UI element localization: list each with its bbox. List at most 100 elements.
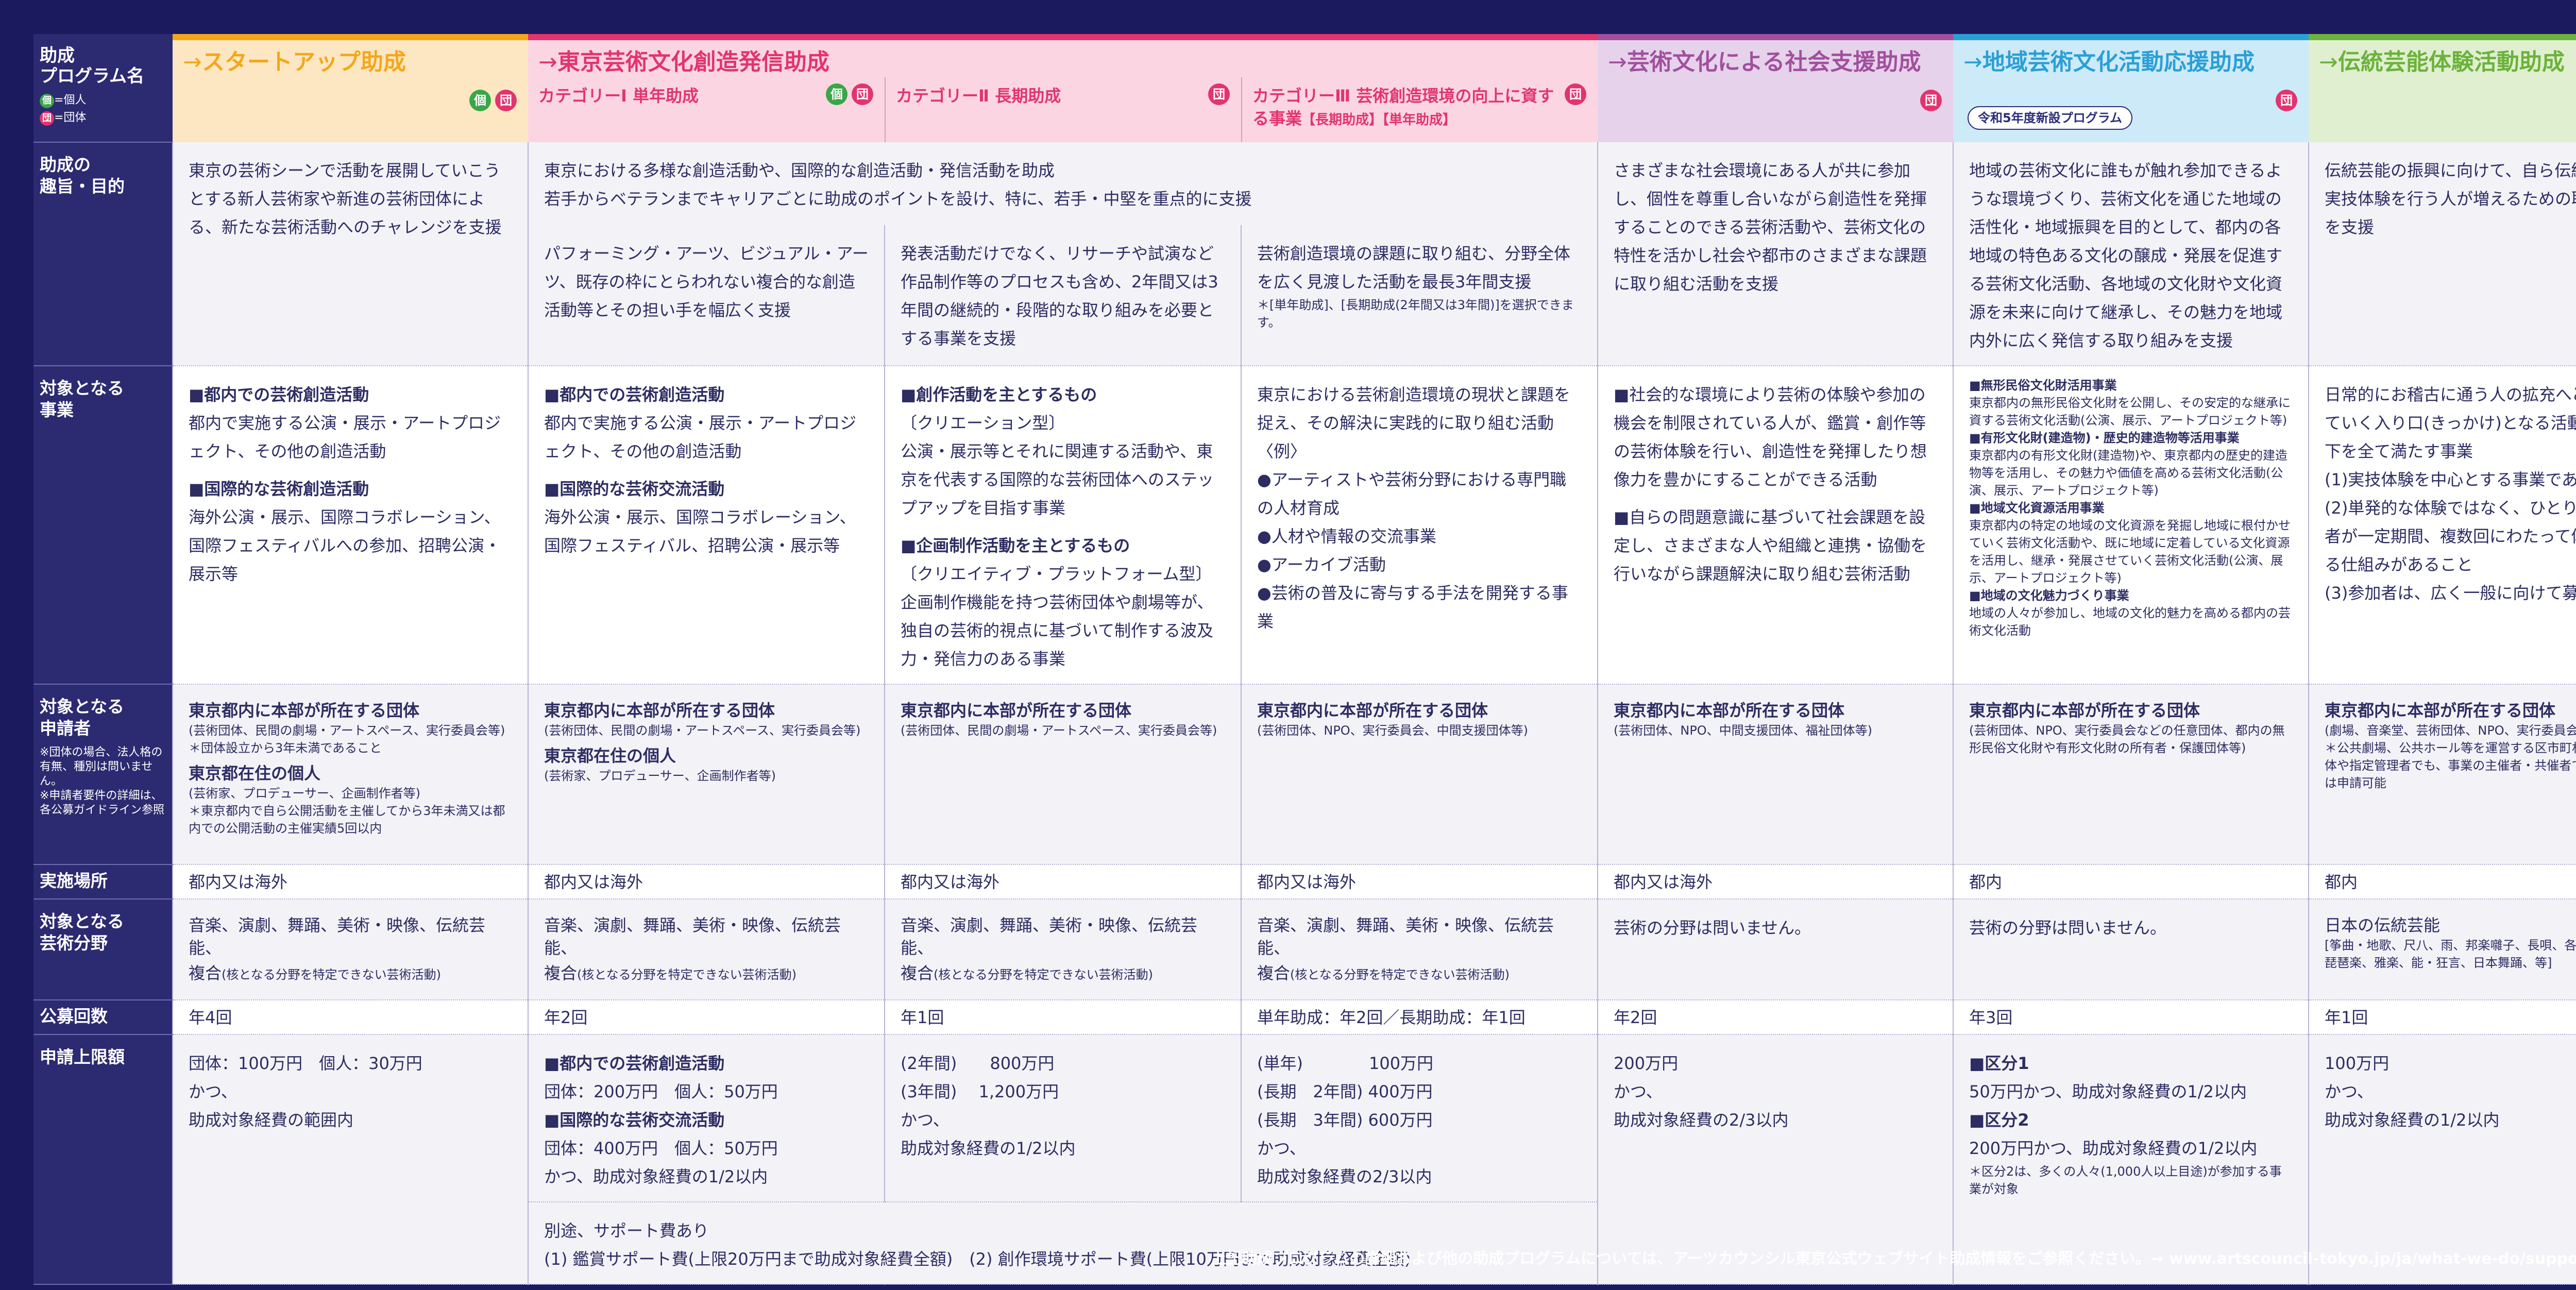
program-title-regional: 地域芸術文化活動応援助成 [1982, 49, 2255, 75]
group-badge-icon: 団 [852, 83, 873, 105]
target-regional-text-3: 東京都内の特定の地域の文化資源を発掘し地域に根付かせていく芸術文化活動や、既に地… [1969, 518, 2291, 585]
program-header-regional: →地域芸術文化活動応援助成 令和5年度新設プログラム 団 [1953, 34, 2309, 142]
limit-cat1-text-2: 団体：400万円 個人：50万円 かつ、助成対象経費の1/2以内 [544, 1139, 778, 1186]
program-title-cat1: カテゴリーⅠ 単年助成 [538, 86, 699, 106]
field-regional-text: 芸術の分野は問いません。 [1969, 918, 2167, 938]
limit-regional-note: ＊区分2は、多くの人々(1,000人以上目途)が参加する事業が対象 [1969, 1164, 2282, 1196]
times-label: 公募回数 [40, 1006, 108, 1026]
limit-social-text: 200万円 かつ、 助成対象経費の2/3以内 [1614, 1054, 1789, 1130]
purpose-cat3-text: 芸術創造環境の課題に取り組む、分野全体を広く見渡した活動を最長3年間支援 [1257, 243, 1571, 292]
target-label: 対象となる 事業 [40, 378, 125, 420]
row-label-purpose: 助成の 趣旨・目的 [33, 142, 173, 366]
applicant-social-heading-1: 東京都内に本部が所在する団体 [1614, 701, 1845, 720]
place-social: 都内又は海外 [1597, 864, 1953, 899]
times-traditional: 年1回 [2308, 1000, 2576, 1035]
applicant-regional-heading-1: 東京都内に本部が所在する団体 [1969, 701, 2200, 720]
target-cat1-text-1: 都内で実施する公演・展示・アートプロジェクト、その他の創造活動 [544, 413, 857, 461]
target-social-text-1: ■社会的な環境により芸術の体験や参加の機会を制限されている人が、鑑賞・創作等の芸… [1614, 385, 1927, 489]
place-traditional: 都内 [2308, 864, 2576, 899]
purpose-regional-text: 地域の芸術文化に誰もが触れ参加できるような環境づくり、芸術文化を通じた地域の活性… [1969, 161, 2283, 350]
individual-badge-icon: 個 [826, 83, 848, 105]
row-label-field: 対象となる 芸術分野 [33, 899, 173, 1000]
target-cat1: ■都内での芸術創造活動 都内で実施する公演・展示・アートプロジェクト、その他の創… [528, 366, 885, 685]
field-startup-text-2: 複合 [189, 963, 222, 983]
times-regional-text: 年3回 [1969, 1008, 2013, 1027]
times-startup-text: 年4回 [189, 1008, 232, 1027]
program-header-cat2: カテゴリーⅡ 長期助成 団 [885, 77, 1241, 142]
place-cat2: 都内又は海外 [884, 864, 1241, 899]
row-label-program: 助成 プログラム名 個 =個人 団 =団体 [33, 34, 173, 143]
target-cat2: ■創作活動を主とするもの 〔クリエーション型〕 公演・展示等とそれに関連する活動… [884, 366, 1241, 685]
field-social: 芸術の分野は問いません。 [1597, 899, 1953, 1000]
limit-cat3-text: (単年) 100万円 (長期 2年間) 400万円 (長期 3年間) 600万円… [1257, 1054, 1434, 1186]
legend-individual-text: =個人 [54, 94, 87, 107]
applicant-traditional-detail-1: (劇場、音楽堂、芸術団体、NPO、実行委員会等) ＊公共劇場、公共ホール等を運営… [2325, 723, 2576, 790]
times-cat1: 年2回 [528, 1000, 885, 1035]
target-startup-text-1: 都内で実施する公演・展示・アートプロジェクト、その他の創造活動 [189, 413, 501, 461]
limit-cat1-heading-1: ■都内での芸術創造活動 [544, 1054, 725, 1073]
new-program-badge: 令和5年度新設プログラム [1968, 106, 2132, 130]
legend: 個 =個人 団 =団体 [40, 92, 167, 127]
program-header-traditional: →伝統芸能体験活動助成 団 [2309, 34, 2576, 142]
times-cat2-text: 年1回 [901, 1008, 944, 1027]
purpose-social-text: さまざまな社会環境にある人が共に参加し、個性を尊重し合いながら創造性を発揮するこ… [1614, 161, 1927, 294]
limit-cat1: ■都内での芸術創造活動 団体：200万円 個人：50万円 ■国際的な芸術交流活動… [528, 1034, 885, 1202]
applicant-cat3: 東京都内に本部が所在する団体 (芸術団体、NPO、実行委員会、中間支援団体等) [1241, 684, 1598, 865]
limit-cat1-heading-2: ■国際的な芸術交流活動 [544, 1110, 725, 1130]
times-regional: 年3回 [1953, 1000, 2309, 1035]
purpose-creation-text: 東京における多様な創造活動や、国際的な創造活動・発信活動を助成 若手からベテラン… [544, 161, 1252, 209]
applicant-startup-detail-1: (芸術団体、民間の劇場・アートスペース、実行委員会等) ＊団体設立から3年未満で… [189, 723, 505, 755]
target-regional-heading-4: ■地域の文化魅力づくり事業 [1969, 588, 2129, 603]
applicant-cat2: 東京都内に本部が所在する団体 (芸術団体、民間の劇場・アートスペース、実行委員会… [884, 684, 1241, 865]
field-regional: 芸術の分野は問いません。 [1953, 899, 2309, 1000]
limit-support: 別途、サポート費あり (1) 鑑賞サポート費(上限20万円まで助成対象経費全額)… [528, 1202, 1598, 1285]
place-regional-text: 都内 [1969, 872, 2003, 892]
field-cat1-text: 音楽、演劇、舞踊、美術・映像、伝統芸能、 [544, 915, 841, 958]
field-cat2-text: 音楽、演劇、舞踊、美術・映像、伝統芸能、 [901, 915, 1198, 958]
target-startup-heading-1: ■都内での芸術創造活動 [189, 385, 369, 404]
limit-support-heading: 別途、サポート費あり [544, 1221, 709, 1241]
place-cat1: 都内又は海外 [528, 864, 885, 899]
target-regional-text-1: 東京都内の無形民俗文化財を公開し、その安定的な継承に資する芸術文化活動(公演、展… [1969, 396, 2291, 428]
applicant-cat2-detail-1: (芸術団体、民間の劇場・アートスペース、実行委員会等) [901, 723, 1217, 738]
applicant-traditional: 東京都内に本部が所在する団体 (劇場、音楽堂、芸術団体、NPO、実行委員会等) … [2308, 684, 2576, 865]
program-title-traditional: 伝統芸能体験活動助成 [2337, 49, 2565, 75]
purpose-cat2-text: 発表活動だけでなく、リサーチや試演など作品制作等のプロセスも含め、2年間又は3年… [901, 243, 1218, 348]
row-label-target: 対象となる 事業 [33, 366, 173, 685]
limit-startup: 団体：100万円 個人：30万円 かつ、 助成対象経費の範囲内 [172, 1034, 528, 1285]
program-header-social: →芸術文化による社会支援助成 団 [1598, 34, 1953, 142]
program-header-creation: →東京芸術文化創造発信助成 [528, 34, 1598, 77]
purpose-startup: 東京の芸術シーンで活動を展開していこうとする新人芸術家や新進の芸術団体による、新… [172, 142, 528, 366]
group-badge-icon: 団 [1920, 90, 1942, 111]
program-header-cat1: カテゴリーⅠ 単年助成 個 団 [528, 77, 885, 142]
target-startup-text-2: 海外公演・展示、国際コラボレーション、国際フェスティバルへの参加、招聘公演・展示… [189, 507, 501, 584]
field-label: 対象となる 芸術分野 [40, 911, 125, 953]
place-startup: 都内又は海外 [172, 864, 528, 899]
field-cat1: 音楽、演劇、舞踊、美術・映像、伝統芸能、 複合(核となる分野を特定できない芸術活動… [528, 899, 885, 1000]
target-cat1-text-2: 海外公演・展示、国際コラボレーション、国際フェスティバル、招聘公演・展示等 [544, 507, 856, 555]
applicant-startup-detail-2: (芸術家、プロデューサー、企画制作者等) ＊東京都内で自ら公開活動を主催してから… [189, 786, 505, 836]
target-regional-heading-1: ■無形民俗文化財活用事業 [1969, 378, 2117, 393]
field-cat3: 音楽、演劇、舞踊、美術・映像、伝統芸能、 複合(核となる分野を特定できない芸術活動… [1241, 899, 1598, 1000]
target-cat3-text-2: 〈例〉 ●アーティストや芸術分野における専門職の人材育成 ●人材や情報の交流事業… [1257, 442, 1568, 631]
field-cat3-note: (核となる分野を特定できない芸術活動) [1290, 968, 1510, 982]
purpose-creation-common: 東京における多様な創造活動や、国際的な創造活動・発信活動を助成 若手からベテラン… [528, 142, 1598, 225]
field-traditional-note: [筝曲・地歌、尺八、雨、邦楽囃子、長唄、各種浄瑠璃、琵琶楽、雅楽、能・狂言、日本… [2325, 938, 2576, 970]
purpose-cat1-text: パフォーミング・アーツ、ビジュアル・アーツ、既存の枠にとらわれない複合的な創造活… [544, 243, 869, 320]
target-regional-heading-2: ■有形文化財(建造物)・歴史的建造物等活用事業 [1969, 431, 2240, 445]
purpose-traditional-text: 伝統芸能の振興に向けて、自ら伝統芸能の実技体験を行う人が増えるための取り組みを支… [2325, 161, 2576, 237]
times-social-text: 年2回 [1614, 1008, 1657, 1027]
group-badge-icon: 団 [1208, 83, 1230, 105]
target-regional-text-2: 東京都内の有形文化財(建造物)や、東京都内の歴史的建造物等を活用し、その魅力や価… [1969, 448, 2288, 498]
limit-regional-text-2: 200万円かつ、助成対象経費の1/2以内 [1969, 1139, 2258, 1158]
target-regional-heading-3: ■地域文化資源活用事業 [1969, 501, 2105, 515]
target-traditional: 日常的にお稽古に通う人の拡充へとつなげていく入り口(きっかけ)となる活動で、以下… [2308, 366, 2576, 685]
place-label: 実施場所 [40, 871, 108, 891]
group-badge-icon: 団 [495, 90, 517, 111]
times-social: 年2回 [1597, 1000, 1953, 1035]
applicant-traditional-heading-1: 東京都内に本部が所在する団体 [2325, 701, 2556, 720]
times-cat2: 年1回 [884, 1000, 1241, 1035]
applicant-startup-heading-1: 東京都内に本部が所在する団体 [189, 701, 420, 720]
limit-regional-heading-1: ■区分1 [1969, 1054, 2029, 1073]
applicant-regional: 東京都内に本部が所在する団体 (芸術団体、NPO、実行委員会などの任意団体、都内… [1953, 684, 2309, 865]
